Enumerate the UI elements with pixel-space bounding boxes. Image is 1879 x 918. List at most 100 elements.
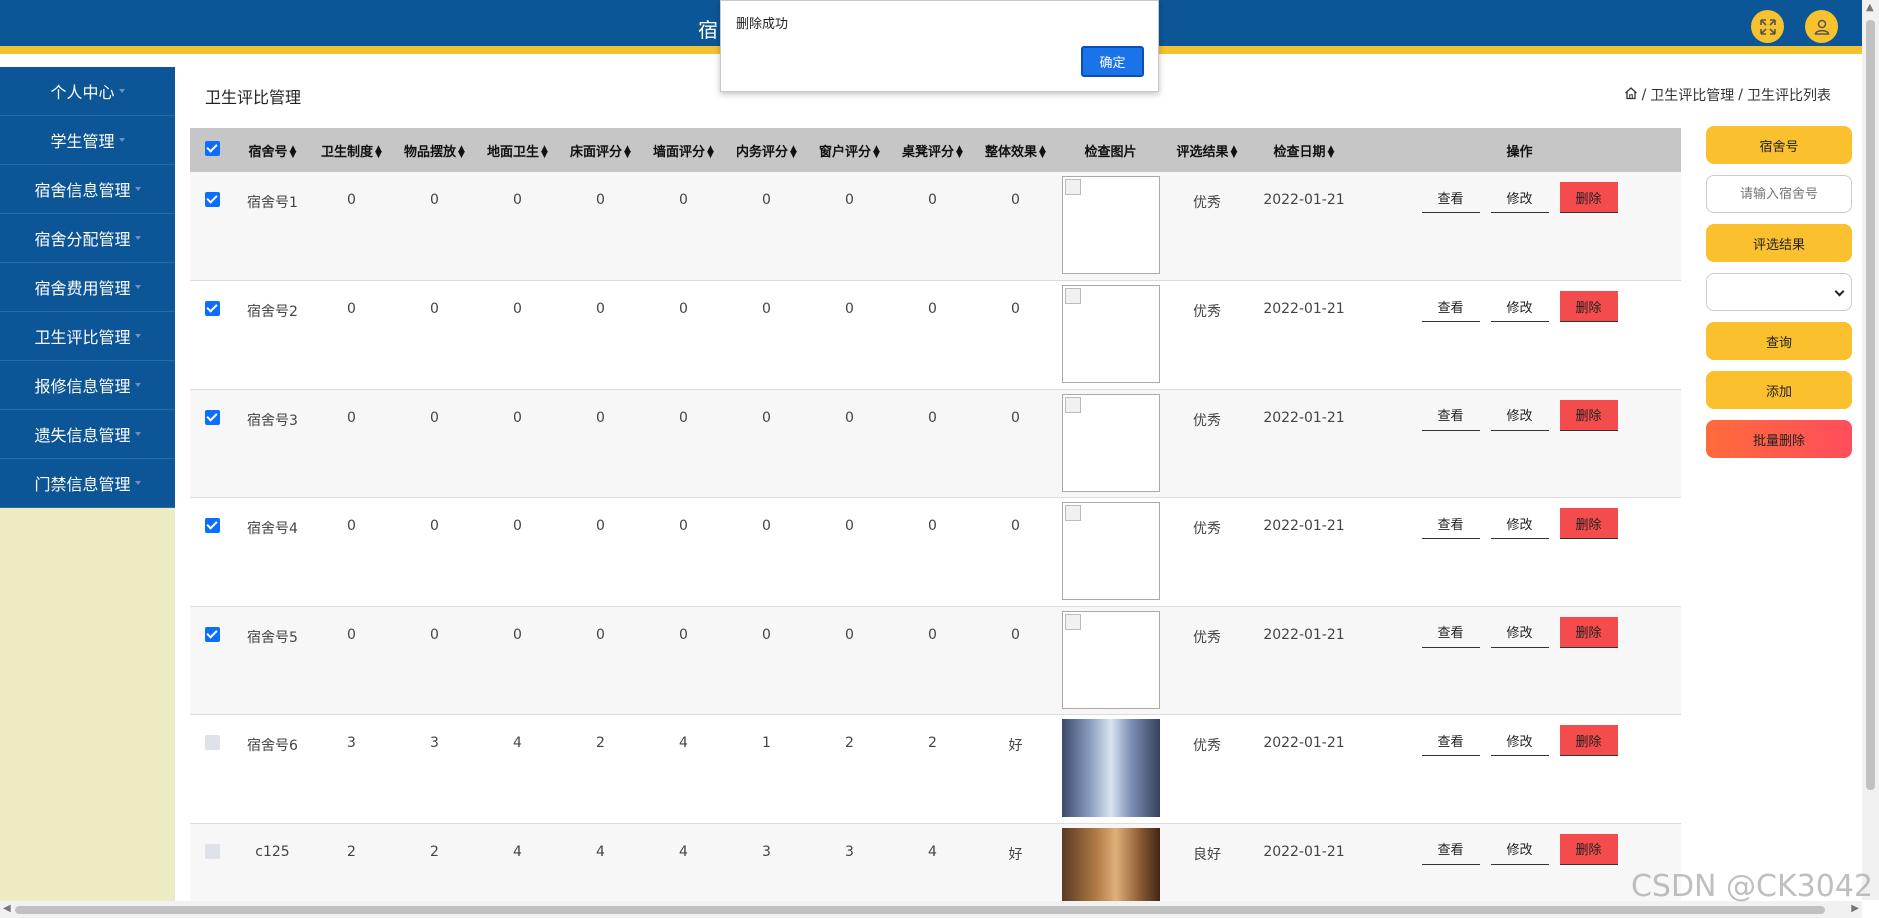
horizontal-scroll-thumb[interactable] [15, 906, 1825, 914]
watermark: CSDN @CK3042 [1630, 869, 1873, 904]
home-icon[interactable] [1624, 86, 1638, 104]
table-cell: 4 [928, 843, 937, 860]
table-cell: 0 [679, 626, 688, 643]
vertical-scrollbar[interactable]: ▲ [1862, 0, 1879, 900]
table-cell: 0 [845, 192, 854, 208]
add-button[interactable]: 添加 [1706, 371, 1852, 409]
edit-button[interactable]: 修改 [1490, 291, 1549, 322]
view-button[interactable]: 查看 [1421, 291, 1480, 322]
sidebar-item-personal-center[interactable]: 个人中心 [0, 67, 175, 116]
view-button[interactable]: 查看 [1421, 400, 1480, 431]
table-cell: 0 [596, 518, 605, 534]
table-cell: 0 [1011, 409, 1020, 426]
inspection-image[interactable] [1061, 827, 1160, 902]
table-cell: 0 [430, 192, 439, 208]
fullscreen-icon[interactable] [1751, 10, 1784, 43]
view-button[interactable]: 查看 [1421, 182, 1480, 213]
edit-button[interactable]: 修改 [1490, 400, 1549, 431]
column-header[interactable]: 卫生制度 ▲ ▼ [310, 128, 393, 172]
table-cell: 0 [430, 518, 439, 534]
table-cell: 0 [513, 626, 522, 643]
table-cell: 0 [679, 409, 688, 426]
sidebar-item-access-control[interactable]: 门禁信息管理 [0, 459, 175, 508]
delete-button[interactable]: 删除 [1559, 833, 1618, 865]
table-cell: 3 [347, 735, 356, 751]
query-button[interactable]: 查询 [1706, 322, 1852, 360]
row-checkbox[interactable] [190, 606, 235, 715]
user-icon[interactable] [1805, 10, 1838, 43]
column-header[interactable]: 宿舍号 ▲ ▼ [235, 128, 310, 172]
sidebar-item-lost-items[interactable]: 遗失信息管理 [0, 410, 175, 459]
table-cell: 优秀 [1193, 629, 1221, 646]
scroll-right-icon[interactable]: ▶ [1851, 903, 1859, 914]
result-select[interactable] [1706, 273, 1852, 311]
table-cell: 0 [845, 409, 854, 426]
column-header[interactable]: 窗户评分 ▲ ▼ [808, 128, 891, 172]
table-cell: 0 [513, 518, 522, 534]
column-header[interactable]: 整体效果 ▲ ▼ [974, 128, 1057, 172]
column-header[interactable]: 床面评分 ▲ ▼ [559, 128, 642, 172]
view-button[interactable]: 查看 [1421, 725, 1480, 756]
column-header[interactable]: 内务评分 ▲ ▼ [725, 128, 808, 172]
select-all-checkbox[interactable] [190, 128, 235, 172]
inspection-image[interactable] [1061, 719, 1160, 817]
sidebar-item-hygiene[interactable]: 卫生评比管理 [0, 312, 175, 361]
edit-button[interactable]: 修改 [1490, 834, 1549, 865]
sidebar-item-repairs[interactable]: 报修信息管理 [0, 361, 175, 410]
delete-button[interactable]: 删除 [1559, 182, 1618, 213]
view-button[interactable]: 查看 [1421, 617, 1480, 648]
table-row: 宿舍号3 0 0 0 0 0 0 0 0 0 优秀 2022-01-21 查看 修改 删除 [190, 389, 1681, 498]
batch-delete-button[interactable]: 批量删除 [1706, 420, 1852, 458]
table-cell: 0 [762, 626, 771, 643]
column-header[interactable]: 物品摆放 ▲ ▼ [393, 128, 476, 172]
dorm-number-input[interactable] [1706, 175, 1852, 213]
row-checkbox[interactable] [190, 389, 235, 498]
edit-button[interactable]: 修改 [1490, 725, 1549, 756]
table-cell: 3 [845, 843, 854, 860]
column-header[interactable]: 墙面评分 ▲ ▼ [642, 128, 725, 172]
inspection-image[interactable] [1061, 502, 1160, 600]
column-header[interactable]: 桌凳评分 ▲ ▼ [891, 128, 974, 172]
inspection-image[interactable] [1061, 285, 1160, 383]
view-button[interactable]: 查看 [1421, 834, 1480, 865]
inspection-image[interactable] [1061, 610, 1160, 709]
column-header[interactable]: 评选结果 ▲ ▼ [1164, 128, 1250, 172]
delete-button[interactable]: 删除 [1559, 616, 1618, 648]
table-cell: 0 [928, 192, 937, 208]
sidebar-item-dorm-info[interactable]: 宿舍信息管理 [0, 165, 175, 214]
table-cell: 4 [679, 735, 688, 751]
chevron-down-icon [118, 138, 125, 142]
dialog-ok-button[interactable]: 确定 [1081, 46, 1144, 77]
scroll-up-icon[interactable]: ▲ [1866, 2, 1874, 13]
breadcrumb-item-hygiene[interactable]: 卫生评比管理 [1650, 85, 1734, 105]
sidebar-item-dorm-fees[interactable]: 宿舍费用管理 [0, 263, 175, 312]
chevron-down-icon [134, 481, 141, 485]
delete-button[interactable]: 删除 [1559, 291, 1618, 322]
row-checkbox[interactable] [190, 498, 235, 607]
delete-button[interactable]: 删除 [1559, 508, 1618, 539]
row-checkbox[interactable] [190, 281, 235, 390]
scroll-left-icon[interactable]: ◀ [3, 903, 11, 914]
table-row: c125 2 2 4 4 4 3 3 4 好 良好 2022-01-21 查看 修改 删除 [190, 823, 1681, 902]
row-checkbox[interactable] [190, 715, 235, 824]
table-cell: 0 [596, 301, 605, 317]
vertical-scroll-thumb[interactable] [1866, 20, 1875, 790]
inspection-image[interactable] [1061, 176, 1160, 274]
row-checkbox[interactable] [190, 823, 235, 902]
table-cell: 0 [1011, 301, 1020, 317]
table-row: 宿舍号5 0 0 0 0 0 0 0 0 0 优秀 2022-01-21 查看 修改 删除 [190, 606, 1681, 715]
delete-button[interactable]: 删除 [1559, 725, 1618, 756]
edit-button[interactable]: 修改 [1490, 617, 1549, 648]
row-checkbox[interactable] [190, 172, 235, 281]
column-header[interactable]: 地面卫生 ▲ ▼ [476, 128, 559, 172]
view-button[interactable]: 查看 [1421, 508, 1480, 539]
sidebar-item-dorm-allocation[interactable]: 宿舍分配管理 [0, 214, 175, 263]
sidebar-item-students[interactable]: 学生管理 [0, 116, 175, 165]
inspection-image[interactable] [1061, 393, 1160, 492]
edit-button[interactable]: 修改 [1490, 508, 1549, 539]
delete-button[interactable]: 删除 [1559, 399, 1618, 431]
horizontal-scrollbar[interactable]: ◀ ▶ [0, 901, 1862, 918]
column-header[interactable]: 检查日期 ▲ ▼ [1250, 128, 1358, 172]
broken-image-icon [1064, 505, 1081, 521]
edit-button[interactable]: 修改 [1490, 182, 1549, 213]
